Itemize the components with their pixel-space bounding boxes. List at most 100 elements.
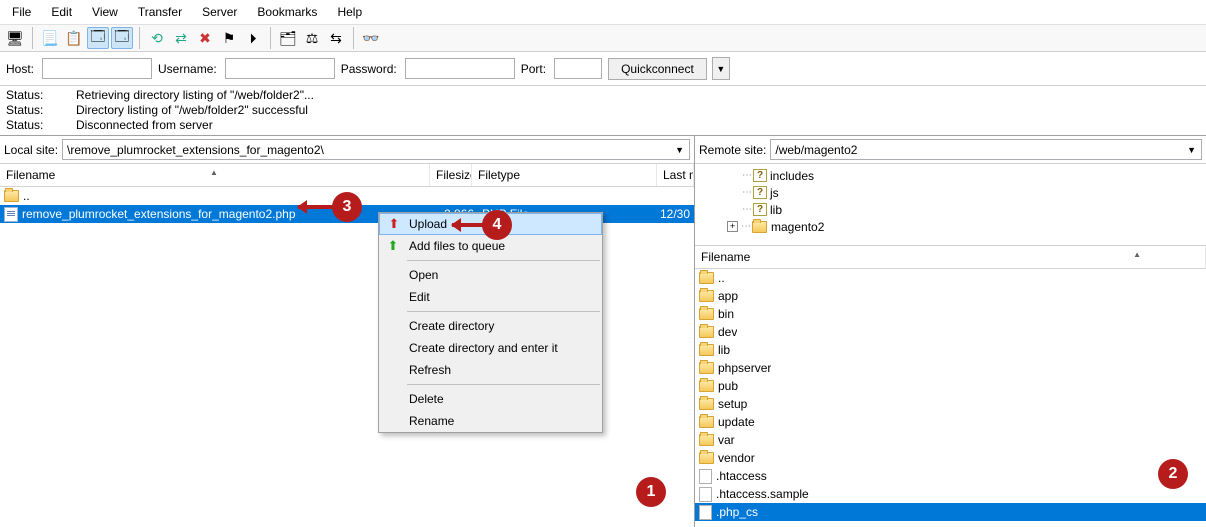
quickconnect-button[interactable]: Quickconnect [608, 58, 707, 80]
arrow-icon [452, 223, 484, 227]
col-filename[interactable]: Filename [695, 246, 1206, 268]
list-item-selected[interactable]: .php_cs [695, 503, 1206, 521]
local-path-input[interactable] [62, 139, 690, 160]
file-name: .. [23, 189, 30, 203]
process-queue-icon[interactable]: ⇄ [170, 27, 192, 49]
list-item[interactable]: dev [695, 323, 1206, 341]
quickconnect-dropdown[interactable]: ▼ [712, 57, 730, 80]
status-log: Status:Retrieving directory listing of "… [0, 86, 1206, 136]
list-item[interactable]: setup [695, 395, 1206, 413]
folder-icon [699, 398, 714, 410]
col-lastmod[interactable]: Last m [657, 164, 694, 186]
menu-refresh[interactable]: Refresh [379, 359, 602, 381]
menu-label: Edit [409, 290, 430, 304]
menu-rename[interactable]: Rename [379, 410, 602, 432]
file-name: app [718, 289, 738, 303]
folder-icon [699, 326, 714, 338]
menu-label: Open [409, 268, 438, 282]
password-input[interactable] [405, 58, 515, 79]
tree-item[interactable]: ⋯?lib [699, 201, 1202, 218]
file-name: var [718, 433, 735, 447]
menu-edit[interactable]: Edit [47, 3, 76, 21]
folder-icon [699, 308, 714, 320]
list-item[interactable]: vendor [695, 449, 1206, 467]
cancel-icon[interactable]: ✖ [194, 27, 216, 49]
menu-label: Delete [409, 392, 444, 406]
folder-icon [699, 416, 714, 428]
toolbar: 🖥 📃 📋 🗔 🗔 ⟲ ⇄ ✖ ⚑ ⏵ 🗂 ⚖ ⇆ 👓 [0, 25, 1206, 52]
add-queue-icon: ⬆ [385, 238, 401, 254]
folder-icon [699, 344, 714, 356]
list-item[interactable]: app [695, 287, 1206, 305]
callout-3: 3 [332, 192, 362, 222]
file-name: setup [718, 397, 747, 411]
refresh-icon[interactable]: ⟲ [146, 27, 168, 49]
menu-delete[interactable]: Delete [379, 388, 602, 410]
callout-4: 4 [482, 210, 512, 240]
filter-icon[interactable]: 🗂 [277, 27, 299, 49]
status-line: Retrieving directory listing of "/web/fo… [76, 88, 314, 103]
chevron-down-icon[interactable]: ▼ [1187, 145, 1196, 155]
callout-2: 2 [1158, 459, 1188, 489]
tree-item[interactable]: ⋯?js [699, 184, 1202, 201]
sync-browse-icon[interactable]: ⇆ [325, 27, 347, 49]
file-name: lib [718, 343, 730, 357]
menu-label: Create directory and enter it [409, 341, 558, 355]
list-item[interactable]: phpserver [695, 359, 1206, 377]
list-item[interactable]: lib [695, 341, 1206, 359]
col-filesize[interactable]: Filesize [430, 164, 472, 186]
menu-view[interactable]: View [88, 3, 122, 21]
folder-icon [4, 190, 19, 202]
menu-server[interactable]: Server [198, 3, 241, 21]
reconnect-icon[interactable]: ⏵ [242, 27, 264, 49]
menu-bookmarks[interactable]: Bookmarks [253, 3, 321, 21]
folder-icon [699, 272, 714, 284]
sort-asc-icon: ▲ [1133, 250, 1141, 259]
toggle-remote-icon[interactable]: 🗔 [111, 27, 133, 49]
toggle-tree-icon[interactable]: 📋 [63, 27, 85, 49]
sort-asc-icon: ▲ [210, 168, 218, 177]
username-input[interactable] [225, 58, 335, 79]
menu-transfer[interactable]: Transfer [134, 3, 186, 21]
remote-tree[interactable]: ⋯?includes ⋯?js ⋯?lib +⋯magento2 [695, 164, 1206, 246]
list-item[interactable]: bin [695, 305, 1206, 323]
toggle-log-icon[interactable]: 📃 [39, 27, 61, 49]
port-input[interactable] [554, 58, 602, 79]
php-file-icon [4, 207, 18, 222]
toggle-transferqueue-icon[interactable]: 🗔 [87, 27, 109, 49]
tree-label: lib [770, 203, 782, 217]
menu-create-directory[interactable]: Create directory [379, 315, 602, 337]
tree-item[interactable]: +⋯magento2 [699, 218, 1202, 235]
folder-icon [699, 362, 714, 374]
remote-path-input[interactable] [770, 139, 1202, 160]
file-name: update [718, 415, 755, 429]
col-filetype[interactable]: Filetype [472, 164, 657, 186]
sitemanager-icon[interactable]: 🖥 [4, 27, 26, 49]
remote-pane: Remote site: ▼ ⋯?includes ⋯?js ⋯?lib +⋯m… [695, 136, 1206, 527]
list-item[interactable]: pub [695, 377, 1206, 395]
remote-file-list[interactable]: .. app bin dev lib phpserver pub setup u… [695, 269, 1206, 527]
port-label: Port: [521, 62, 548, 76]
host-input[interactable] [42, 58, 152, 79]
tree-label: includes [770, 169, 814, 183]
disconnect-icon[interactable]: ⚑ [218, 27, 240, 49]
search-icon[interactable]: 👓 [360, 27, 382, 49]
file-name: bin [718, 307, 734, 321]
chevron-down-icon[interactable]: ▼ [675, 145, 684, 155]
file-icon [699, 505, 712, 520]
menu-create-directory-enter[interactable]: Create directory and enter it [379, 337, 602, 359]
file-name: .php_cs [716, 505, 758, 519]
list-item[interactable]: .htaccess.sample [695, 485, 1206, 503]
file-name: .. [718, 271, 725, 285]
parent-dir-row[interactable]: .. [695, 269, 1206, 287]
list-item[interactable]: .htaccess [695, 467, 1206, 485]
compare-icon[interactable]: ⚖ [301, 27, 323, 49]
list-item[interactable]: var [695, 431, 1206, 449]
menu-help[interactable]: Help [333, 3, 366, 21]
menu-file[interactable]: File [8, 3, 35, 21]
menu-open[interactable]: Open [379, 264, 602, 286]
tree-item[interactable]: ⋯?includes [699, 167, 1202, 184]
menu-edit[interactable]: Edit [379, 286, 602, 308]
list-item[interactable]: update [695, 413, 1206, 431]
menu-label: Refresh [409, 363, 451, 377]
